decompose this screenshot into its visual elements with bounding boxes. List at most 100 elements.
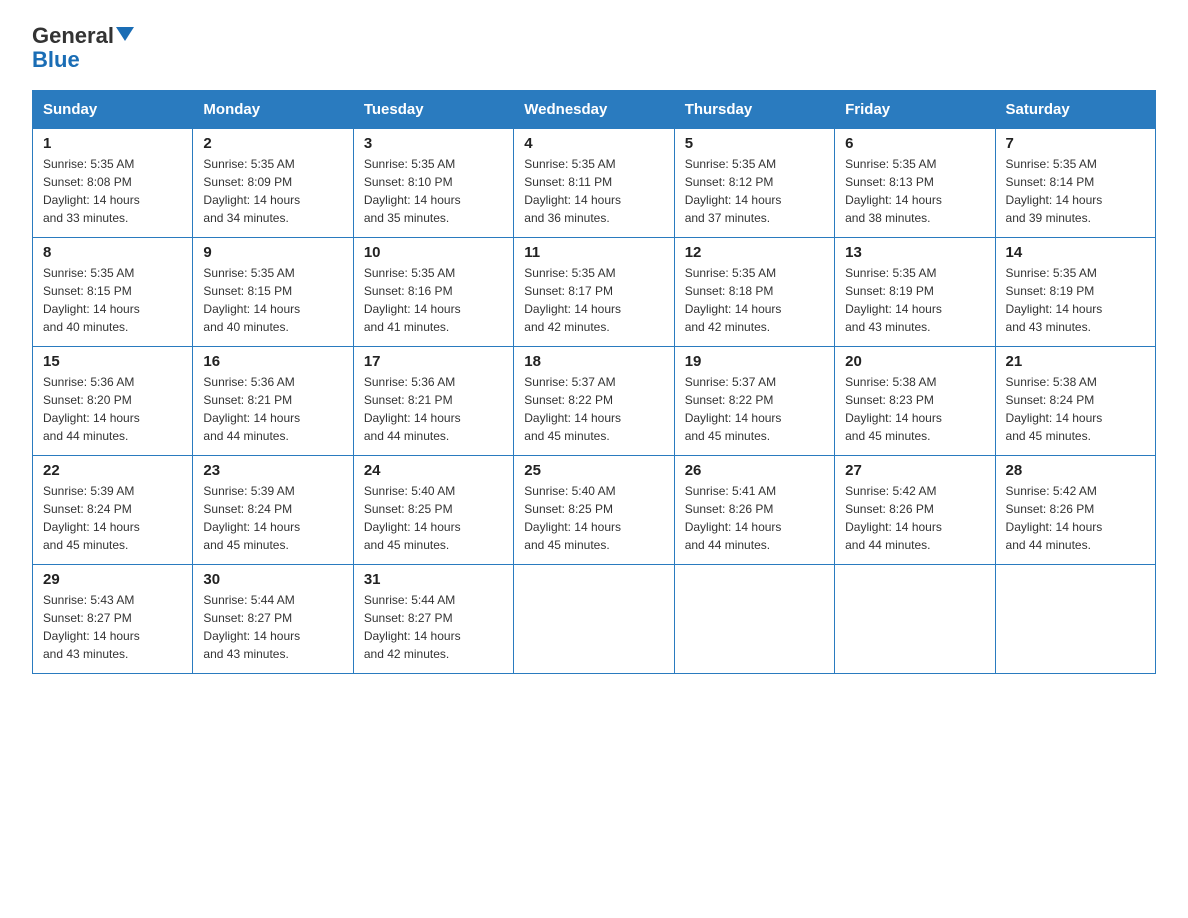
day-info: Sunrise: 5:40 AM Sunset: 8:25 PM Dayligh… xyxy=(364,482,503,554)
day-cell: 14 Sunrise: 5:35 AM Sunset: 8:19 PM Dayl… xyxy=(995,238,1155,347)
day-info: Sunrise: 5:35 AM Sunset: 8:10 PM Dayligh… xyxy=(364,155,503,227)
day-number: 16 xyxy=(203,353,342,370)
day-info: Sunrise: 5:36 AM Sunset: 8:20 PM Dayligh… xyxy=(43,373,182,445)
day-number: 19 xyxy=(685,353,824,370)
day-number: 3 xyxy=(364,135,503,152)
day-cell xyxy=(835,565,995,674)
day-cell: 7 Sunrise: 5:35 AM Sunset: 8:14 PM Dayli… xyxy=(995,129,1155,238)
day-cell: 19 Sunrise: 5:37 AM Sunset: 8:22 PM Dayl… xyxy=(674,347,834,456)
day-info: Sunrise: 5:35 AM Sunset: 8:13 PM Dayligh… xyxy=(845,155,984,227)
day-cell: 20 Sunrise: 5:38 AM Sunset: 8:23 PM Dayl… xyxy=(835,347,995,456)
day-cell: 30 Sunrise: 5:44 AM Sunset: 8:27 PM Dayl… xyxy=(193,565,353,674)
day-number: 6 xyxy=(845,135,984,152)
day-info: Sunrise: 5:38 AM Sunset: 8:23 PM Dayligh… xyxy=(845,373,984,445)
day-info: Sunrise: 5:35 AM Sunset: 8:15 PM Dayligh… xyxy=(43,264,182,336)
day-cell xyxy=(674,565,834,674)
day-cell: 6 Sunrise: 5:35 AM Sunset: 8:13 PM Dayli… xyxy=(835,129,995,238)
day-number: 28 xyxy=(1006,462,1145,479)
day-info: Sunrise: 5:42 AM Sunset: 8:26 PM Dayligh… xyxy=(1006,482,1145,554)
week-row-2: 8 Sunrise: 5:35 AM Sunset: 8:15 PM Dayli… xyxy=(33,238,1156,347)
day-number: 4 xyxy=(524,135,663,152)
week-row-4: 22 Sunrise: 5:39 AM Sunset: 8:24 PM Dayl… xyxy=(33,456,1156,565)
day-number: 22 xyxy=(43,462,182,479)
day-cell: 28 Sunrise: 5:42 AM Sunset: 8:26 PM Dayl… xyxy=(995,456,1155,565)
day-number: 30 xyxy=(203,571,342,588)
day-info: Sunrise: 5:36 AM Sunset: 8:21 PM Dayligh… xyxy=(203,373,342,445)
day-cell: 17 Sunrise: 5:36 AM Sunset: 8:21 PM Dayl… xyxy=(353,347,513,456)
day-cell xyxy=(995,565,1155,674)
day-number: 13 xyxy=(845,244,984,261)
week-row-1: 1 Sunrise: 5:35 AM Sunset: 8:08 PM Dayli… xyxy=(33,129,1156,238)
day-number: 26 xyxy=(685,462,824,479)
day-info: Sunrise: 5:35 AM Sunset: 8:09 PM Dayligh… xyxy=(203,155,342,227)
logo-text: General xyxy=(32,24,134,48)
day-info: Sunrise: 5:37 AM Sunset: 8:22 PM Dayligh… xyxy=(685,373,824,445)
day-cell: 27 Sunrise: 5:42 AM Sunset: 8:26 PM Dayl… xyxy=(835,456,995,565)
week-row-5: 29 Sunrise: 5:43 AM Sunset: 8:27 PM Dayl… xyxy=(33,565,1156,674)
day-cell: 2 Sunrise: 5:35 AM Sunset: 8:09 PM Dayli… xyxy=(193,129,353,238)
logo: General Blue xyxy=(32,24,134,72)
day-cell: 25 Sunrise: 5:40 AM Sunset: 8:25 PM Dayl… xyxy=(514,456,674,565)
day-number: 5 xyxy=(685,135,824,152)
day-cell: 24 Sunrise: 5:40 AM Sunset: 8:25 PM Dayl… xyxy=(353,456,513,565)
day-cell: 8 Sunrise: 5:35 AM Sunset: 8:15 PM Dayli… xyxy=(33,238,193,347)
header-row: SundayMondayTuesdayWednesdayThursdayFrid… xyxy=(33,91,1156,129)
logo-blue-text: Blue xyxy=(32,48,80,72)
day-cell: 9 Sunrise: 5:35 AM Sunset: 8:15 PM Dayli… xyxy=(193,238,353,347)
header-cell-sunday: Sunday xyxy=(33,91,193,129)
day-number: 11 xyxy=(524,244,663,261)
day-number: 14 xyxy=(1006,244,1145,261)
day-number: 29 xyxy=(43,571,182,588)
day-cell: 3 Sunrise: 5:35 AM Sunset: 8:10 PM Dayli… xyxy=(353,129,513,238)
logo-triangle-icon xyxy=(116,27,134,41)
day-info: Sunrise: 5:37 AM Sunset: 8:22 PM Dayligh… xyxy=(524,373,663,445)
day-info: Sunrise: 5:35 AM Sunset: 8:18 PM Dayligh… xyxy=(685,264,824,336)
day-number: 15 xyxy=(43,353,182,370)
day-cell: 11 Sunrise: 5:35 AM Sunset: 8:17 PM Dayl… xyxy=(514,238,674,347)
day-info: Sunrise: 5:35 AM Sunset: 8:08 PM Dayligh… xyxy=(43,155,182,227)
day-cell: 16 Sunrise: 5:36 AM Sunset: 8:21 PM Dayl… xyxy=(193,347,353,456)
day-cell: 31 Sunrise: 5:44 AM Sunset: 8:27 PM Dayl… xyxy=(353,565,513,674)
day-number: 21 xyxy=(1006,353,1145,370)
week-row-3: 15 Sunrise: 5:36 AM Sunset: 8:20 PM Dayl… xyxy=(33,347,1156,456)
day-info: Sunrise: 5:38 AM Sunset: 8:24 PM Dayligh… xyxy=(1006,373,1145,445)
day-info: Sunrise: 5:35 AM Sunset: 8:14 PM Dayligh… xyxy=(1006,155,1145,227)
calendar-header: SundayMondayTuesdayWednesdayThursdayFrid… xyxy=(33,91,1156,129)
day-cell: 18 Sunrise: 5:37 AM Sunset: 8:22 PM Dayl… xyxy=(514,347,674,456)
header-cell-wednesday: Wednesday xyxy=(514,91,674,129)
day-info: Sunrise: 5:40 AM Sunset: 8:25 PM Dayligh… xyxy=(524,482,663,554)
day-cell: 23 Sunrise: 5:39 AM Sunset: 8:24 PM Dayl… xyxy=(193,456,353,565)
day-number: 1 xyxy=(43,135,182,152)
day-info: Sunrise: 5:35 AM Sunset: 8:12 PM Dayligh… xyxy=(685,155,824,227)
day-info: Sunrise: 5:35 AM Sunset: 8:17 PM Dayligh… xyxy=(524,264,663,336)
day-cell xyxy=(514,565,674,674)
header-cell-monday: Monday xyxy=(193,91,353,129)
day-number: 31 xyxy=(364,571,503,588)
logo-general: General xyxy=(32,23,114,48)
day-info: Sunrise: 5:44 AM Sunset: 8:27 PM Dayligh… xyxy=(364,591,503,663)
day-cell: 22 Sunrise: 5:39 AM Sunset: 8:24 PM Dayl… xyxy=(33,456,193,565)
day-number: 8 xyxy=(43,244,182,261)
logo-blue: Blue xyxy=(32,47,80,72)
day-cell: 21 Sunrise: 5:38 AM Sunset: 8:24 PM Dayl… xyxy=(995,347,1155,456)
day-number: 2 xyxy=(203,135,342,152)
day-number: 9 xyxy=(203,244,342,261)
day-cell: 26 Sunrise: 5:41 AM Sunset: 8:26 PM Dayl… xyxy=(674,456,834,565)
day-cell: 1 Sunrise: 5:35 AM Sunset: 8:08 PM Dayli… xyxy=(33,129,193,238)
day-cell: 4 Sunrise: 5:35 AM Sunset: 8:11 PM Dayli… xyxy=(514,129,674,238)
day-number: 17 xyxy=(364,353,503,370)
header-cell-friday: Friday xyxy=(835,91,995,129)
day-info: Sunrise: 5:41 AM Sunset: 8:26 PM Dayligh… xyxy=(685,482,824,554)
day-info: Sunrise: 5:35 AM Sunset: 8:15 PM Dayligh… xyxy=(203,264,342,336)
day-number: 25 xyxy=(524,462,663,479)
day-number: 7 xyxy=(1006,135,1145,152)
day-number: 10 xyxy=(364,244,503,261)
page-header: General Blue xyxy=(32,24,1156,72)
day-number: 27 xyxy=(845,462,984,479)
day-info: Sunrise: 5:35 AM Sunset: 8:11 PM Dayligh… xyxy=(524,155,663,227)
day-info: Sunrise: 5:39 AM Sunset: 8:24 PM Dayligh… xyxy=(203,482,342,554)
day-info: Sunrise: 5:44 AM Sunset: 8:27 PM Dayligh… xyxy=(203,591,342,663)
day-info: Sunrise: 5:35 AM Sunset: 8:16 PM Dayligh… xyxy=(364,264,503,336)
day-cell: 15 Sunrise: 5:36 AM Sunset: 8:20 PM Dayl… xyxy=(33,347,193,456)
day-cell: 29 Sunrise: 5:43 AM Sunset: 8:27 PM Dayl… xyxy=(33,565,193,674)
